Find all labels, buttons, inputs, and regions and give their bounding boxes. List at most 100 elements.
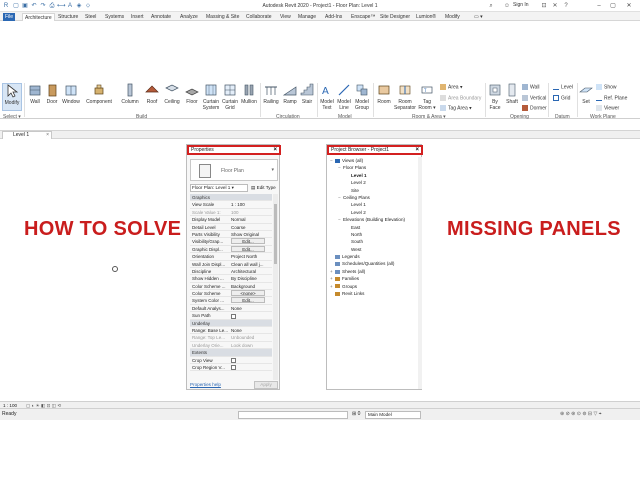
property-value[interactable] bbox=[231, 364, 271, 371]
browser-node[interactable]: Level 1 bbox=[330, 172, 418, 179]
room-separator-button[interactable]: Room Separator bbox=[394, 83, 416, 111]
tab-manage[interactable]: Manage bbox=[296, 13, 318, 21]
ramp-button[interactable]: Ramp bbox=[282, 83, 298, 105]
browser-node[interactable]: Level 1 bbox=[330, 201, 418, 208]
browser-node[interactable]: East bbox=[330, 224, 418, 231]
property-value[interactable] bbox=[231, 357, 271, 364]
tag-area-button[interactable]: Tag Area ▾ bbox=[440, 105, 472, 111]
tab-structure[interactable]: Structure bbox=[56, 13, 80, 21]
scrollbar-thumb[interactable] bbox=[274, 204, 277, 264]
property-value[interactable]: 100 bbox=[231, 209, 271, 216]
property-row[interactable]: Wall Join Displ... Clean all wall j... bbox=[190, 261, 272, 268]
property-value[interactable]: Coarse bbox=[231, 224, 271, 231]
property-value[interactable]: Look down bbox=[231, 342, 271, 349]
dormer-button[interactable]: Dormer bbox=[522, 105, 547, 111]
ribbon-toggle-icon[interactable]: ▭ ▾ bbox=[472, 13, 485, 21]
browser-node[interactable]: Level 2 bbox=[330, 209, 418, 216]
tab-view[interactable]: View bbox=[278, 13, 293, 21]
property-edit-button[interactable]: Edit... bbox=[231, 238, 265, 245]
tab-insert[interactable]: Insert bbox=[129, 13, 146, 21]
property-row[interactable]: Underlay Orie... Look down bbox=[190, 342, 272, 350]
user-icon[interactable]: ☺ bbox=[503, 2, 511, 10]
ref-plane-button[interactable]: Ref. Plane bbox=[596, 95, 627, 101]
workset-field[interactable] bbox=[238, 411, 348, 419]
property-row[interactable]: Scale Value 1: 100 bbox=[190, 209, 272, 217]
browser-node[interactable]: − Floor Plans bbox=[330, 164, 418, 171]
property-row[interactable]: System Color ... Edit... bbox=[190, 297, 272, 305]
property-row[interactable]: Orientation Project North bbox=[190, 253, 272, 261]
roof-button[interactable]: Roof bbox=[143, 83, 161, 105]
ceiling-button[interactable]: Ceiling bbox=[161, 83, 183, 105]
type-selector[interactable]: Floor Plan ▾ bbox=[190, 159, 278, 181]
window-button[interactable]: Window bbox=[60, 83, 82, 105]
property-row[interactable]: View Scale 1 : 100 bbox=[190, 201, 272, 209]
apply-button[interactable]: Apply bbox=[254, 381, 278, 389]
search-icon[interactable]: ⌕ bbox=[487, 2, 495, 10]
browser-node[interactable]: + Sheets (all) bbox=[330, 268, 418, 275]
browser-node[interactable]: Site bbox=[330, 187, 418, 194]
property-edit-button[interactable]: Edit... bbox=[231, 297, 265, 304]
tab-modify[interactable]: Modify bbox=[443, 13, 462, 21]
property-value[interactable]: Clean all wall j... bbox=[231, 261, 271, 268]
browser-node[interactable]: Schedules/Quantities (all) bbox=[330, 260, 418, 267]
stair-button[interactable]: Stair bbox=[299, 83, 315, 105]
property-value[interactable]: None bbox=[231, 327, 271, 334]
model-line-button[interactable]: Model Line bbox=[336, 83, 352, 111]
column-button[interactable]: Column bbox=[118, 83, 142, 105]
floor-button[interactable]: Floor bbox=[183, 83, 201, 105]
properties-title-bar[interactable]: Properties × bbox=[187, 145, 281, 155]
cart-icon[interactable]: ⊡ bbox=[540, 2, 548, 10]
property-edit-button[interactable]: Edit... bbox=[231, 245, 265, 252]
property-value[interactable]: Edit... bbox=[231, 297, 271, 304]
set-work-plane-button[interactable]: Set bbox=[579, 83, 593, 105]
checkbox[interactable] bbox=[231, 365, 236, 371]
tab-systems[interactable]: Systems bbox=[103, 13, 126, 21]
property-value[interactable]: By Discipline bbox=[231, 275, 271, 282]
area-boundary-button[interactable]: Area Boundary bbox=[440, 95, 481, 101]
sign-in-link[interactable]: Sign In bbox=[513, 2, 529, 8]
property-row[interactable]: Show Hidden ... By Discipline bbox=[190, 275, 272, 283]
browser-node[interactable]: Legends bbox=[330, 253, 418, 260]
property-row[interactable]: Color Scheme ... Background bbox=[190, 283, 272, 291]
property-row[interactable]: Visibility/Grap... Edit... bbox=[190, 238, 272, 246]
property-row[interactable]: Parts Visibility Show Original bbox=[190, 231, 272, 239]
property-row[interactable]: Sun Path bbox=[190, 312, 272, 320]
viewer-button[interactable]: Viewer bbox=[596, 105, 619, 111]
close-window-button[interactable]: ✕ bbox=[624, 1, 634, 11]
browser-node[interactable]: Revit Links bbox=[330, 290, 418, 297]
property-edit-button[interactable]: <none> bbox=[231, 290, 265, 297]
tab-architecture[interactable]: Architecture bbox=[22, 13, 55, 21]
help-icon[interactable]: ? bbox=[562, 2, 570, 10]
component-button[interactable]: Component bbox=[84, 83, 114, 105]
tab-massing-site[interactable]: Massing & Site bbox=[204, 13, 241, 21]
properties-help-link[interactable]: Properties help bbox=[190, 382, 221, 387]
door-button[interactable]: Door bbox=[44, 83, 60, 105]
minimize-button[interactable]: – bbox=[594, 1, 604, 11]
property-value[interactable]: None bbox=[231, 305, 271, 312]
instance-dropdown[interactable]: Floor Plan: Level 1 ▾ bbox=[190, 184, 248, 192]
panel-room-area-label[interactable]: Room & Area ▾ bbox=[412, 114, 446, 120]
browser-node[interactable]: − Ceiling Plans bbox=[330, 194, 418, 201]
modify-button[interactable]: Modify bbox=[2, 83, 22, 111]
property-row[interactable]: Crop View bbox=[190, 357, 272, 364]
browser-scrollbar[interactable] bbox=[418, 157, 422, 389]
show-button[interactable]: Show bbox=[596, 84, 617, 90]
wall-opening-button[interactable]: Wall bbox=[522, 84, 540, 90]
browser-node[interactable]: Level 2 bbox=[330, 179, 418, 186]
checkbox[interactable] bbox=[231, 313, 236, 319]
area-button[interactable]: Area ▾ bbox=[440, 84, 462, 90]
browser-node[interactable]: North bbox=[330, 231, 418, 238]
tag-room-button[interactable]: T Tag Room ▾ bbox=[418, 83, 436, 111]
tab-add-ins[interactable]: Add-Ins bbox=[323, 13, 344, 21]
property-row[interactable]: Range: Top Le... Unbounded bbox=[190, 334, 272, 342]
wall-button[interactable]: Wall bbox=[26, 83, 44, 105]
curtain-grid-button[interactable]: Curtain Grid bbox=[221, 83, 239, 111]
browser-node[interactable]: West bbox=[330, 246, 418, 253]
level-button[interactable]: Level bbox=[553, 84, 573, 90]
view-tab-close-icon[interactable]: × bbox=[46, 132, 49, 139]
property-row[interactable]: Default Analys... None bbox=[190, 305, 272, 313]
model-group-button[interactable]: Model Group bbox=[353, 83, 371, 111]
property-value[interactable]: Edit... bbox=[231, 245, 271, 253]
shaft-button[interactable]: Shaft bbox=[504, 83, 520, 105]
tab-file[interactable]: File bbox=[3, 13, 16, 21]
